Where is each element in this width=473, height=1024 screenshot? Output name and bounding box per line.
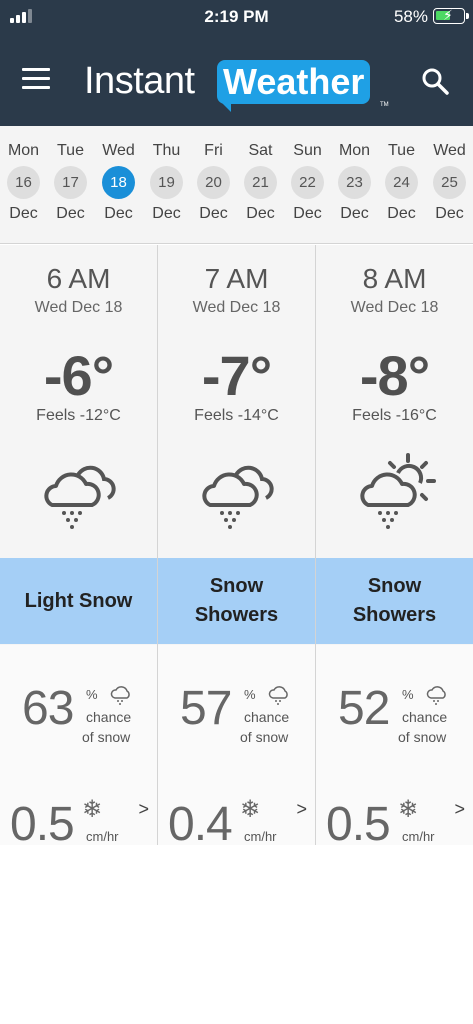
accumulation-value: 0.5	[326, 798, 391, 851]
day-item-selected[interactable]: Wed 18 Dec	[95, 142, 142, 223]
day-number: 19	[150, 166, 183, 199]
percent-sign: %	[244, 687, 256, 702]
hourly-forecast: 6 AM Wed Dec 18 -6° Feels -12°C Light Sn…	[0, 245, 473, 851]
snowflake-icon: ❄	[240, 796, 261, 823]
day-item[interactable]: Thu 19 Dec	[143, 142, 190, 223]
chance-value: 57	[180, 682, 232, 735]
snowflake-icon: ❄	[398, 796, 419, 823]
percent-sign: %	[86, 687, 98, 702]
day-number: 17	[54, 166, 87, 199]
day-number: 22	[291, 166, 324, 199]
small-cloud-snow-icon	[268, 686, 288, 705]
hour-date: Wed Dec 18	[34, 299, 123, 316]
sun-cloud-snow-icon	[360, 453, 436, 529]
battery-percentage: 58%	[393, 7, 428, 26]
hour-card[interactable]: 8 AM Wed Dec 18 -8° Feels -16°C Snow Sho…	[316, 245, 473, 851]
day-number: 23	[338, 166, 371, 199]
precip-section: 52 % chance of snow 0.5 ❄ cm/hr >	[316, 645, 473, 851]
percent-sign: %	[402, 687, 414, 702]
hour-label: 7 AM	[204, 263, 269, 294]
logo-weather-text: Weather	[217, 60, 371, 112]
condition-label: Snow Showers	[316, 558, 473, 644]
day-number: 24	[385, 166, 418, 199]
day-number: 25	[433, 166, 466, 199]
accumulation-value: 0.5	[10, 798, 75, 851]
day-number: 18	[102, 166, 135, 199]
day-item[interactable]: Mon 23 Dec	[331, 142, 378, 223]
accumulation-unit: cm/hr	[86, 829, 119, 844]
feels-like: Feels -16°C	[352, 407, 437, 424]
app-header: 2:19 PM 58% ⚡ Instant Weather TM	[0, 0, 473, 126]
next-arrow[interactable]: >	[138, 799, 149, 820]
accumulation-unit: cm/hr	[244, 829, 277, 844]
day-number: 16	[7, 166, 40, 199]
day-item[interactable]: Wed 25 Dec	[426, 142, 473, 223]
feels-like: Feels -12°C	[36, 407, 121, 424]
hour-date: Wed Dec 18	[192, 299, 281, 316]
day-item[interactable]: Tue 17 Dec	[47, 142, 94, 223]
next-arrow[interactable]: >	[454, 799, 465, 820]
day-number: 21	[244, 166, 277, 199]
date-selector: Mon 16 Dec Tue 17 Dec Wed 18 Dec Thu 19 …	[0, 126, 473, 244]
hour-card[interactable]: 6 AM Wed Dec 18 -6° Feels -12°C Light Sn…	[0, 245, 157, 851]
logo-trademark: TM	[380, 102, 389, 108]
small-cloud-snow-icon	[426, 686, 446, 705]
feels-like: Feels -14°C	[194, 407, 279, 424]
hour-label: 6 AM	[46, 263, 111, 294]
logo-instant-text: Instant	[84, 60, 195, 102]
hour-label: 8 AM	[362, 263, 427, 294]
empty-area	[0, 845, 473, 1024]
chance-value: 63	[22, 682, 74, 735]
day-item[interactable]: Tue 24 Dec	[378, 142, 425, 223]
next-arrow[interactable]: >	[296, 799, 307, 820]
day-item[interactable]: Fri 20 Dec	[190, 142, 237, 223]
temperature: -8°	[359, 344, 430, 407]
temperature: -7°	[201, 344, 272, 407]
day-item[interactable]: Sun 22 Dec	[284, 142, 331, 223]
search-icon	[422, 68, 449, 95]
day-item[interactable]: Mon 16 Dec	[0, 142, 47, 223]
cloud-snow-icon	[202, 465, 274, 529]
chance-value: 52	[338, 682, 390, 735]
status-bar: 2:19 PM 58% ⚡	[0, 0, 473, 34]
small-cloud-snow-icon	[110, 686, 130, 705]
temperature: -6°	[43, 344, 114, 407]
condition-label: Snow Showers	[158, 558, 315, 644]
precip-section: 63 % chance of snow 0.5 ❄ cm/hr >	[0, 645, 157, 851]
day-number: 20	[197, 166, 230, 199]
condition-label: Light Snow	[0, 558, 157, 644]
accumulation-unit: cm/hr	[402, 829, 435, 844]
battery-icon: ⚡	[433, 7, 469, 24]
cloud-snow-icon	[44, 465, 116, 529]
hour-card[interactable]: 7 AM Wed Dec 18 -7° Feels -14°C Snow Sho…	[158, 245, 315, 851]
search-button[interactable]	[420, 66, 450, 96]
precip-section: 57 % chance of snow 0.4 ❄ cm/hr >	[158, 645, 315, 851]
hour-date: Wed Dec 18	[350, 299, 439, 316]
accumulation-value: 0.4	[168, 798, 233, 851]
menu-button[interactable]	[22, 66, 52, 92]
day-item[interactable]: Sat 21 Dec	[237, 142, 284, 223]
snowflake-icon: ❄	[82, 796, 103, 823]
